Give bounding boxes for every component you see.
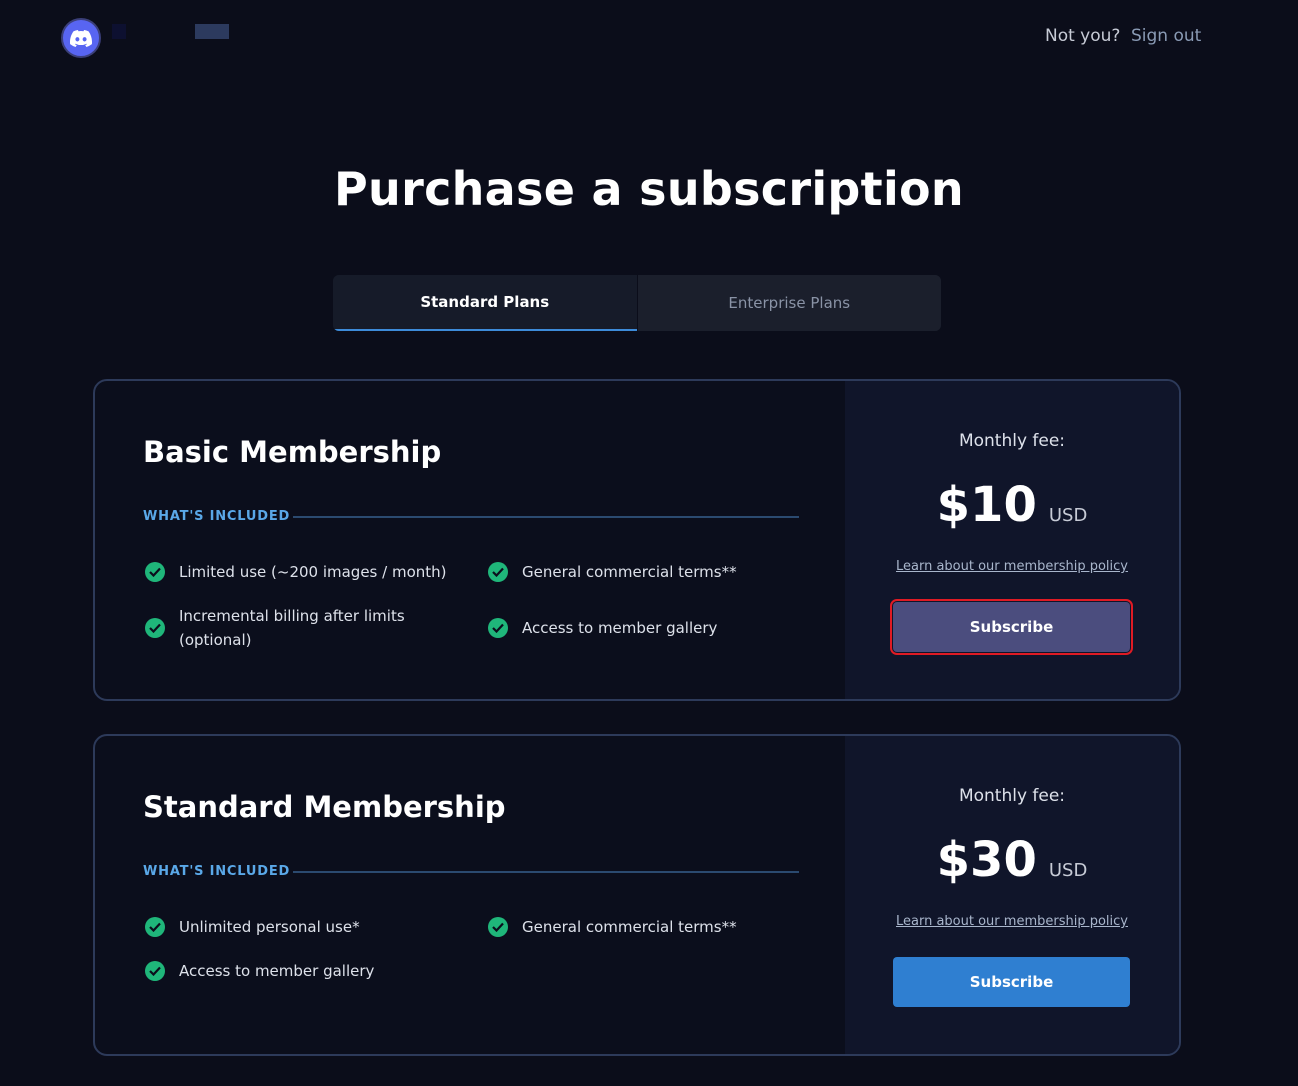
feature-text: General commercial terms** (522, 918, 737, 936)
feature-item: Unlimited personal use* (145, 915, 360, 939)
tab-enterprise-plans[interactable]: Enterprise Plans (636, 275, 941, 331)
check-circle-icon (488, 917, 508, 937)
price-display: $10 USD (845, 477, 1179, 533)
sign-out-link[interactable]: Sign out (1131, 26, 1201, 46)
price-amount: $30 (936, 832, 1037, 888)
feature-text: Access to member gallery (522, 619, 718, 637)
not-you-text: Not you? (1045, 26, 1121, 46)
check-circle-icon (488, 618, 508, 638)
feature-text: Incremental billing after limits (option… (179, 607, 405, 649)
price-display: $30 USD (845, 832, 1179, 888)
feature-item: Limited use (~200 images / month) (145, 560, 447, 584)
plan-tabs: Standard Plans Enterprise Plans (333, 275, 941, 331)
feature-item: Incremental billing after limits (option… (145, 604, 435, 652)
plan-card-standard: Monthly fee: $30 USD Learn about our mem… (93, 734, 1181, 1056)
whats-included-label: WHAT'S INCLUDED (143, 864, 291, 879)
page-title: Purchase a subscription (334, 162, 964, 216)
check-circle-icon (145, 917, 165, 937)
check-circle-icon (145, 618, 165, 638)
feature-item: General commercial terms** (488, 560, 737, 584)
check-circle-icon (488, 562, 508, 582)
divider (293, 871, 799, 873)
membership-policy-link[interactable]: Learn about our membership policy (845, 559, 1179, 574)
pricing-panel: Monthly fee: $10 USD Learn about our mem… (845, 381, 1179, 699)
membership-policy-link[interactable]: Learn about our membership policy (845, 914, 1179, 929)
plan-card-basic: Monthly fee: $10 USD Learn about our mem… (93, 379, 1181, 701)
whats-included-label: WHAT'S INCLUDED (143, 509, 291, 524)
monthly-fee-label: Monthly fee: (958, 786, 1066, 806)
plan-name: Basic Membership (143, 435, 442, 469)
feature-text: General commercial terms** (522, 563, 737, 581)
subscribe-button[interactable]: Subscribe (890, 599, 1133, 655)
plan-name: Standard Membership (143, 790, 506, 824)
price-currency: USD (1048, 860, 1088, 881)
check-circle-icon (145, 961, 165, 981)
divider (293, 516, 799, 518)
top-bar: Not you? Sign out (0, 0, 1298, 80)
feature-item: Access to member gallery (145, 959, 374, 983)
feature-item: General commercial terms** (488, 915, 737, 939)
feature-text: Limited use (~200 images / month) (179, 563, 447, 581)
feature-text: Unlimited personal use* (179, 918, 360, 936)
subscribe-button[interactable]: Subscribe (893, 957, 1130, 1007)
price-currency: USD (1048, 505, 1088, 526)
discord-logo-icon (61, 18, 101, 58)
redacted-username-block (112, 24, 126, 39)
feature-text: Access to member gallery (179, 962, 375, 980)
pricing-panel: Monthly fee: $30 USD Learn about our mem… (845, 736, 1179, 1054)
tab-standard-plans[interactable]: Standard Plans (333, 275, 637, 331)
price-amount: $10 (936, 477, 1037, 533)
monthly-fee-label: Monthly fee: (958, 431, 1066, 451)
feature-item: Access to member gallery (488, 616, 717, 640)
redacted-username-block (195, 24, 229, 39)
check-circle-icon (145, 562, 165, 582)
